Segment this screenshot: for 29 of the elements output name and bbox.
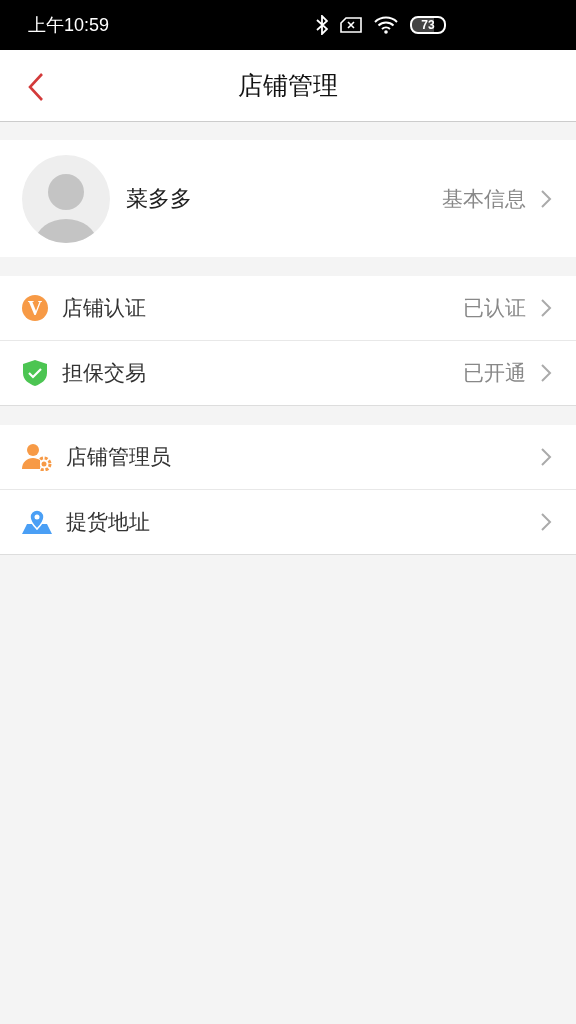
- battery-indicator: 73: [410, 16, 446, 34]
- status-time: 上午10:59: [28, 14, 110, 37]
- menu-item[interactable]: V 店铺认证 已认证: [0, 276, 576, 341]
- chevron-right-icon: [540, 298, 552, 318]
- sim-x-icon: [340, 17, 362, 33]
- menu-label: 店铺管理员: [66, 444, 171, 471]
- profile-row[interactable]: 菜多多 基本信息: [0, 140, 576, 257]
- back-button[interactable]: [26, 72, 46, 102]
- chevron-right-icon: [540, 512, 552, 532]
- user-gear-icon: [22, 443, 52, 471]
- wifi-icon: [374, 16, 398, 34]
- menu-label: 店铺认证: [62, 295, 146, 322]
- status-value: 已开通: [463, 360, 526, 387]
- menu-label: 担保交易: [62, 360, 146, 387]
- map-pin-icon: [22, 509, 52, 535]
- store-name: 菜多多: [126, 184, 192, 213]
- chevron-right-icon: [540, 363, 552, 383]
- menu-label: 提货地址: [66, 509, 150, 536]
- status-value: 已认证: [463, 295, 526, 322]
- shield-check-icon: [22, 359, 48, 387]
- page-title: 店铺管理: [238, 70, 338, 102]
- menu-item[interactable]: 提货地址: [0, 490, 576, 555]
- basic-info-label: 基本信息: [442, 185, 526, 213]
- menu-item[interactable]: 担保交易 已开通: [0, 341, 576, 406]
- menu-item[interactable]: 店铺管理员: [0, 425, 576, 490]
- chevron-right-icon: [540, 447, 552, 467]
- chevron-right-icon: [540, 188, 552, 209]
- v-badge-icon: V: [22, 295, 48, 321]
- bluetooth-icon: [316, 15, 328, 35]
